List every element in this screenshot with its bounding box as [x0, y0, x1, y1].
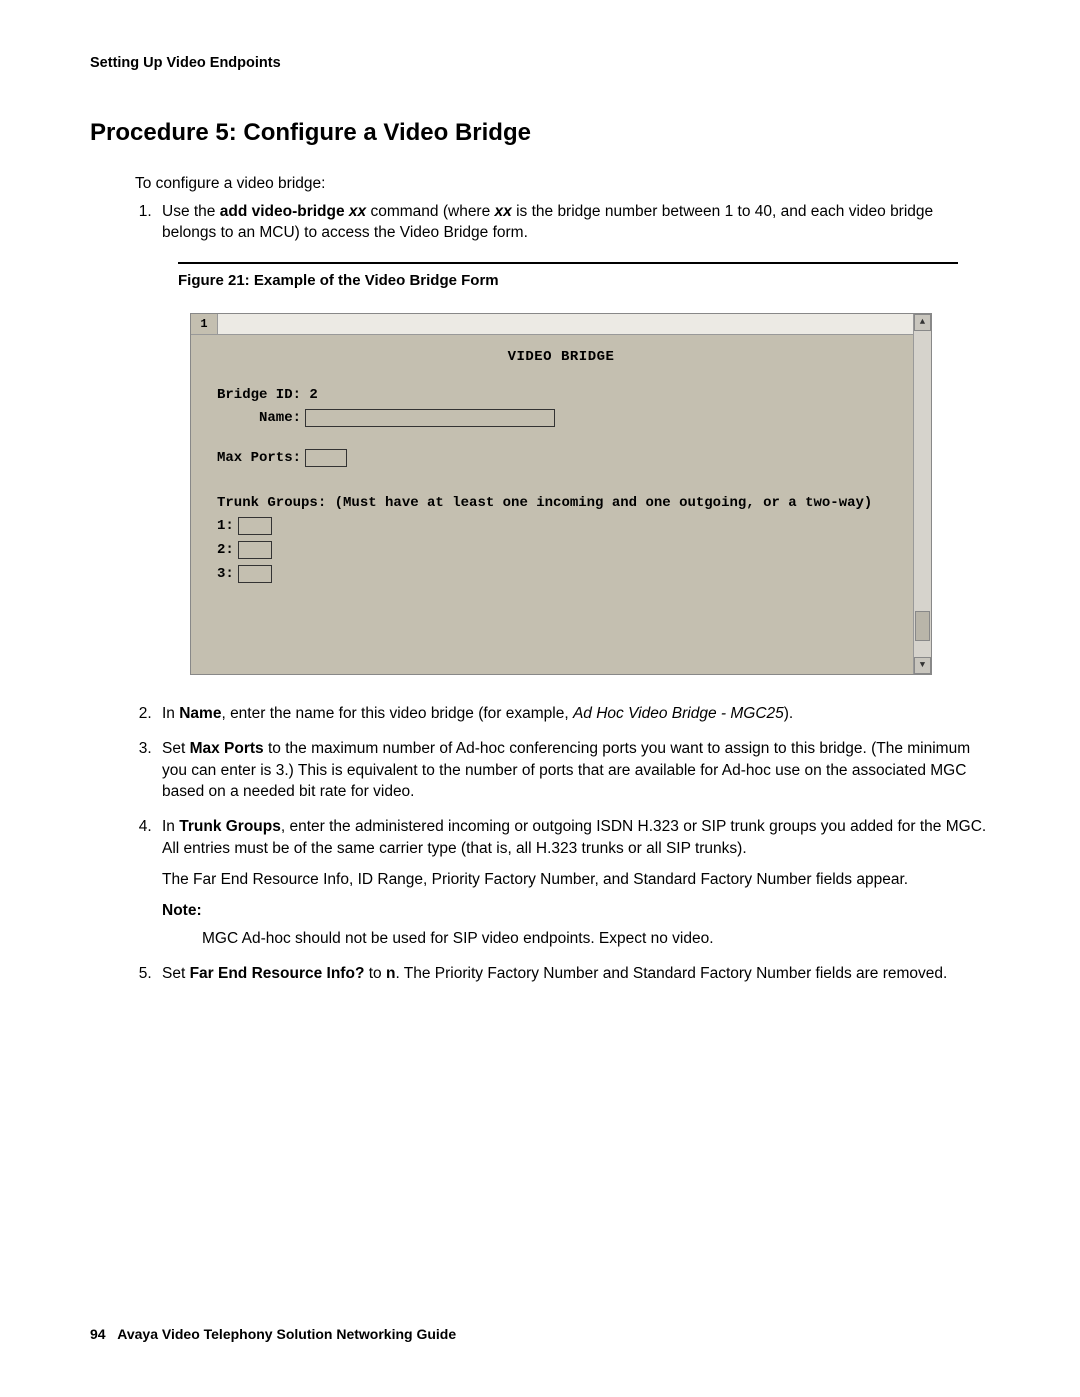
max-ports-input[interactable] [305, 449, 347, 467]
step4-p1: , enter the administered incoming or out… [162, 818, 986, 856]
procedure-title: Procedure 5: Configure a Video Bridge [90, 119, 990, 147]
intro-text: To configure a video bridge: [135, 175, 990, 193]
scroll-up-icon[interactable]: ▲ [914, 314, 931, 331]
tg3-label: 3: [217, 566, 234, 582]
step4-b: Trunk Groups [179, 818, 281, 835]
running-header: Setting Up Video Endpoints [90, 55, 990, 71]
step2-b: Name [179, 705, 221, 722]
note-label: Note: [162, 902, 202, 919]
terminal-scrollbar[interactable]: ▲ ▼ [913, 314, 931, 674]
step-2: In Name, enter the name for this video b… [156, 703, 990, 724]
terminal-title: VIDEO BRIDGE [217, 349, 905, 365]
page-footer: 94 Avaya Video Telephony Solution Networ… [90, 1326, 456, 1342]
terminal-body: VIDEO BRIDGE Bridge ID: 2 Name: Max Port… [191, 335, 931, 599]
step-3: Set Max Ports to the maximum number of A… [156, 738, 990, 802]
figure-rule [178, 262, 958, 264]
page-container: Setting Up Video Endpoints Procedure 5: … [0, 0, 1080, 1397]
tg1-input[interactable] [238, 517, 272, 535]
step2-mid2: ). [784, 705, 793, 722]
tg3-input[interactable] [238, 565, 272, 583]
figure-caption: Figure 21: Example of the Video Bridge F… [178, 272, 990, 289]
step5-post: . The Priority Factory Number and Standa… [395, 965, 947, 982]
scroll-down-icon[interactable]: ▼ [914, 657, 931, 674]
step-1: Use the add video-bridge xx command (whe… [156, 201, 990, 244]
max-ports-label: Max Ports: [217, 450, 301, 466]
step2-pre: In [162, 705, 179, 722]
step-5: Set Far End Resource Info? to n. The Pri… [156, 963, 990, 984]
bridge-id-value: 2 [309, 387, 317, 403]
step-4: In Trunk Groups, enter the administered … [156, 816, 990, 949]
video-bridge-form: 1 VIDEO BRIDGE Bridge ID: 2 Name: Max Po… [190, 313, 932, 675]
step3-post: to the maximum number of Ad-hoc conferen… [162, 740, 970, 800]
step1-mid: command (where [366, 203, 494, 220]
step2-ex: Ad Hoc Video Bridge - MGC25 [573, 705, 784, 722]
step1-arg1: xx [349, 203, 366, 220]
name-label: Name: [217, 410, 301, 426]
step4-pre: In [162, 818, 179, 835]
step4-p2: The Far End Resource Info, ID Range, Pri… [162, 869, 990, 890]
name-input[interactable] [305, 409, 555, 427]
note-body: MGC Ad-hoc should not be used for SIP vi… [202, 928, 990, 949]
step1-arg2: xx [495, 203, 512, 220]
step2-mid1: , enter the name for this video bridge (… [221, 705, 573, 722]
bridge-id-label: Bridge ID: [217, 387, 309, 403]
step3-pre: Set [162, 740, 190, 757]
page-number: 94 [90, 1326, 106, 1342]
terminal-tabbar: 1 [191, 314, 931, 335]
trunk-groups-label: Trunk Groups: (Must have at least one in… [217, 495, 872, 511]
step5-mid: to [364, 965, 386, 982]
scroll-track[interactable] [914, 331, 931, 657]
step5-b: Far End Resource Info? [190, 965, 365, 982]
scroll-thumb[interactable] [915, 611, 930, 641]
step1-cmd: add video-bridge [220, 203, 349, 220]
steps-list: Use the add video-bridge xx command (whe… [156, 201, 990, 244]
tg2-label: 2: [217, 542, 234, 558]
footer-title: Avaya Video Telephony Solution Networkin… [117, 1326, 456, 1342]
step1-pre: Use the [162, 203, 220, 220]
terminal-tab-1[interactable]: 1 [191, 314, 218, 334]
step3-b: Max Ports [190, 740, 264, 757]
steps-list-cont: In Name, enter the name for this video b… [156, 703, 990, 985]
step5-pre: Set [162, 965, 190, 982]
tg1-label: 1: [217, 518, 234, 534]
tg2-input[interactable] [238, 541, 272, 559]
